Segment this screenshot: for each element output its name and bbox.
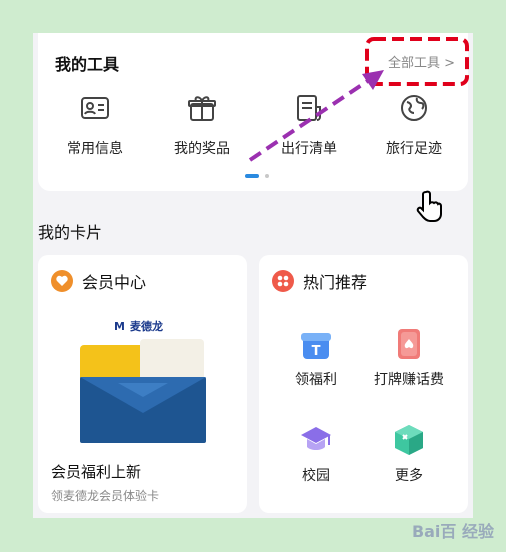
hot-item-welfare[interactable]: T 领福利 bbox=[276, 327, 356, 389]
hot-item-card-game[interactable]: 打牌赚话费 bbox=[369, 327, 449, 389]
tool-label: 出行清单 bbox=[281, 141, 337, 157]
hot-recommend-header: 热门推荐 bbox=[272, 269, 367, 293]
all-tools-link[interactable]: 全部工具 > bbox=[388, 52, 455, 71]
tool-label: 我的奖品 bbox=[174, 141, 230, 157]
graduation-cap-icon bbox=[299, 423, 333, 457]
checklist-icon bbox=[294, 93, 324, 123]
hot-recommend-card: 热门推荐 T 领福利 打牌赚话费 校园 更多 bbox=[259, 255, 468, 513]
grid-badge-icon bbox=[272, 270, 294, 292]
gift-icon: T bbox=[299, 327, 333, 361]
tool-item-my-prizes[interactable]: 我的奖品 bbox=[162, 93, 242, 158]
member-center-header: 会员中心 bbox=[51, 269, 146, 293]
hot-item-more[interactable]: 更多 bbox=[369, 423, 449, 485]
my-cards-title: 我的卡片 bbox=[38, 223, 103, 242]
tool-label: 旅行足迹 bbox=[386, 141, 442, 157]
watermark-logo: Bai百 经验 bbox=[411, 522, 494, 541]
page-dot-active bbox=[245, 174, 259, 178]
svg-text:M: M bbox=[114, 320, 125, 333]
hot-item-campus[interactable]: 校园 bbox=[276, 423, 356, 485]
page-dot bbox=[265, 174, 269, 178]
tool-label: 常用信息 bbox=[67, 141, 123, 157]
member-center-title: 会员中心 bbox=[82, 273, 147, 292]
hot-recommend-title: 热门推荐 bbox=[303, 273, 368, 292]
tool-item-common-info[interactable]: 常用信息 bbox=[55, 93, 135, 158]
member-center-card[interactable]: 会员中心 M 麦德龙 会员福利上新 领麦德龙会员体验卡 bbox=[38, 255, 247, 513]
playing-card-icon bbox=[392, 327, 426, 361]
tool-item-travel-footprint[interactable]: 旅行足迹 bbox=[374, 93, 454, 158]
globe-icon bbox=[399, 93, 429, 123]
member-promo-subtitle: 领麦德龙会员体验卡 bbox=[51, 489, 160, 503]
brand-logo-text: 麦德龙 bbox=[130, 319, 163, 333]
tool-item-travel-list[interactable]: 出行清单 bbox=[269, 93, 349, 158]
my-tools-title: 我的工具 bbox=[55, 55, 120, 74]
my-tools-card: 我的工具 全部工具 > 常用信息 我的奖品 出行清单 旅行足迹 bbox=[38, 33, 468, 191]
svg-text:T: T bbox=[312, 344, 321, 359]
member-card-image: M 麦德龙 bbox=[78, 313, 208, 443]
id-card-icon bbox=[80, 93, 110, 123]
hot-item-label: 打牌赚话费 bbox=[374, 372, 444, 388]
gift-box-icon bbox=[187, 93, 217, 123]
hot-item-label: 校园 bbox=[302, 468, 330, 484]
heart-badge-icon bbox=[51, 270, 73, 292]
app-screen: 我的工具 全部工具 > 常用信息 我的奖品 出行清单 旅行足迹 我的卡片 会员中… bbox=[33, 33, 473, 518]
hot-item-label: 领福利 bbox=[295, 372, 337, 388]
hot-item-label: 更多 bbox=[395, 468, 423, 484]
more-cube-icon bbox=[392, 423, 426, 457]
member-promo-title: 会员福利上新 bbox=[51, 463, 142, 481]
